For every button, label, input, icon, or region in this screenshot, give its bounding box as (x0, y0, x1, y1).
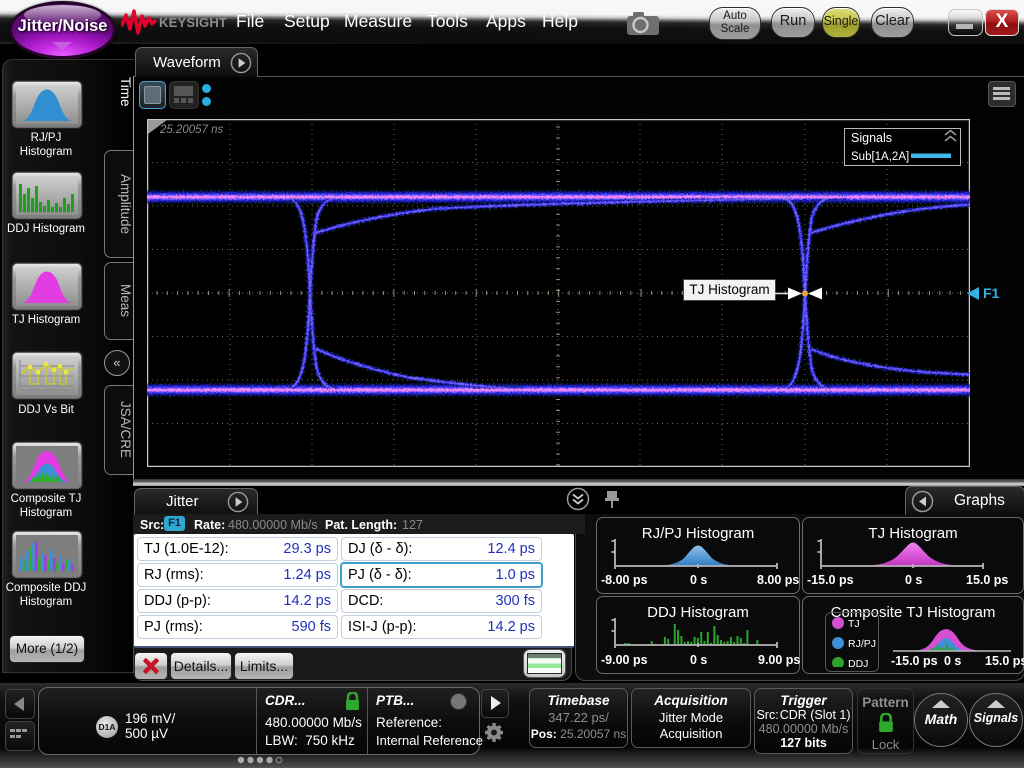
svg-text:25.20057 ns: 25.20057 ns (159, 124, 224, 136)
svg-text:DDJ: DDJ (848, 658, 868, 667)
svg-text:TJ: TJ (848, 618, 860, 630)
svg-text:RJ/PJ: RJ/PJ (848, 638, 876, 650)
svg-text:Signals: Signals (851, 131, 892, 145)
svg-text:Sub[1A,2A]: Sub[1A,2A] (851, 151, 909, 163)
